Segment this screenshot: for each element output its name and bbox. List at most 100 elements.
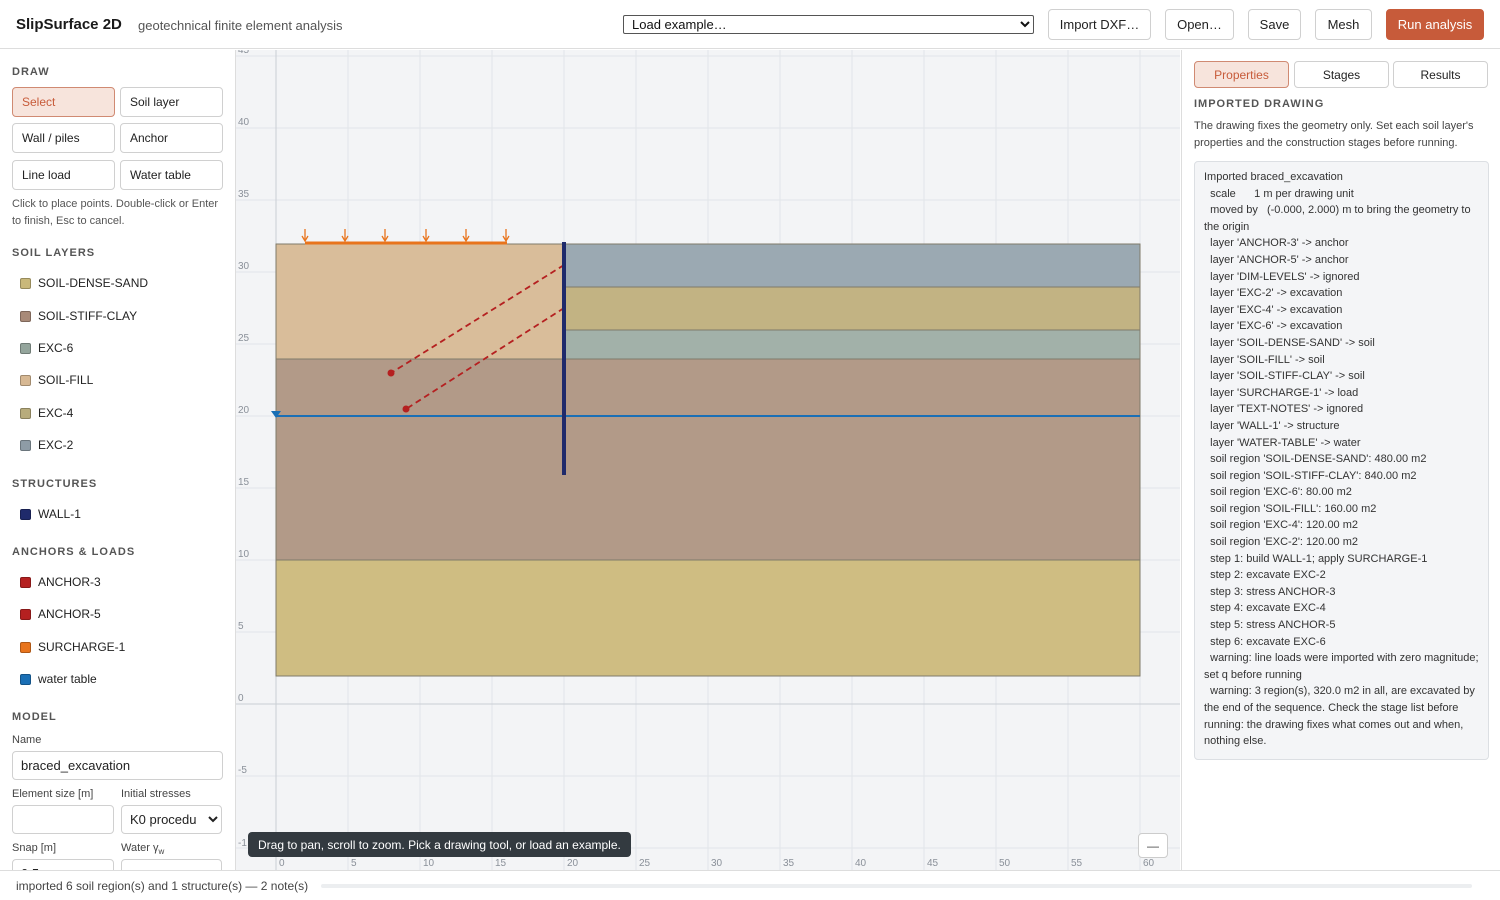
- x-tick-label: 20: [567, 858, 579, 869]
- water-swatch: [20, 673, 31, 685]
- model-name-input[interactable]: [12, 751, 223, 780]
- snap-label: Snap [m]: [12, 842, 57, 854]
- soil-layer-item[interactable]: EXC-6: [20, 340, 73, 356]
- log-line: soil region 'EXC-2': 120.00 m2: [1204, 536, 1359, 549]
- element-size-label: Element size [m]: [12, 788, 94, 800]
- name-label: Name: [12, 734, 42, 746]
- log-line: layer 'EXC-4' -> excavation: [1204, 303, 1343, 316]
- x-tick-label: 60: [1143, 858, 1155, 869]
- geometry-canvas[interactable]: 0 5 10 15 20 25 30 35 40 45 50 55 60 -1 -5 0 5 10 15 20 25 30…: [236, 50, 1180, 870]
- draw-section-title: DRAW: [12, 66, 50, 78]
- initial-stresses-label: Initial stresses: [121, 788, 191, 800]
- layer-name: EXC-4: [38, 406, 74, 420]
- region-soil-dense-sand[interactable]: [275, 559, 1141, 677]
- log-line: layer 'SURCHARGE-1' -> load: [1204, 386, 1359, 399]
- x-tick-label: 0: [279, 858, 285, 869]
- layer-name: EXC-2: [38, 438, 74, 452]
- x-tick-label: 35: [783, 858, 795, 869]
- region-exc-2[interactable]: [563, 243, 1141, 288]
- tab-results[interactable]: Results: [1393, 61, 1488, 88]
- import-log: Imported braced_excavation scale 1 m per…: [1194, 161, 1489, 760]
- soil-layer-item[interactable]: SOIL-FILL: [20, 372, 93, 388]
- anchor-item[interactable]: ANCHOR-3: [20, 574, 101, 590]
- x-tick-label: 25: [639, 858, 651, 869]
- y-tick-label: -5: [238, 765, 247, 776]
- soil-regions[interactable]: [275, 243, 1141, 677]
- element-size-input[interactable]: [12, 805, 114, 834]
- layer-swatch: [20, 374, 31, 386]
- log-line: layer 'ANCHOR-5' -> anchor: [1204, 253, 1349, 266]
- layer-name: SOIL-FILL: [38, 373, 94, 387]
- run-analysis-button[interactable]: Run analysis: [1386, 9, 1484, 40]
- open-button[interactable]: Open…: [1165, 9, 1234, 40]
- log-line: step 3: stress ANCHOR-3: [1204, 585, 1336, 598]
- region-soil-stiff-clay[interactable]: [275, 358, 1141, 561]
- log-line: layer 'EXC-6' -> excavation: [1204, 320, 1343, 333]
- load-name: SURCHARGE-1: [38, 640, 126, 654]
- log-line: step 2: excavate EXC-2: [1204, 569, 1326, 582]
- layer-swatch: [20, 310, 31, 322]
- log-line: step 5: stress ANCHOR-5: [1204, 619, 1336, 632]
- tool-wall-piles-button[interactable]: Wall / piles: [12, 123, 115, 153]
- x-tick-label: 50: [999, 858, 1011, 869]
- structure-item[interactable]: WALL-1: [20, 506, 81, 522]
- water-gamma-input[interactable]: [121, 859, 222, 870]
- import-dxf-button[interactable]: Import DXF…: [1048, 9, 1151, 40]
- anchor-swatch: [20, 576, 31, 588]
- structure-name: WALL-1: [38, 507, 81, 521]
- anchor-item[interactable]: ANCHOR-5: [20, 606, 101, 622]
- tool-select-button[interactable]: Select: [12, 87, 115, 117]
- imported-drawing-heading: IMPORTED DRAWING: [1194, 98, 1325, 110]
- region-soil-fill[interactable]: [275, 243, 565, 360]
- tool-soil-layer-button[interactable]: Soil layer: [120, 87, 223, 117]
- water-table-item[interactable]: water table: [20, 671, 97, 687]
- anchor-name: ANCHOR-5: [38, 607, 101, 621]
- snap-input[interactable]: [12, 859, 114, 870]
- anchors-loads-title: ANCHORS & LOADS: [12, 546, 136, 558]
- x-tick-label: 5: [351, 858, 357, 869]
- surcharge-1-load[interactable]: [301, 229, 510, 245]
- initial-stresses-select[interactable]: K0 procedu: [121, 805, 222, 834]
- structure-swatch: [20, 508, 31, 520]
- region-exc-6[interactable]: [563, 329, 1141, 360]
- tool-water-table-button[interactable]: Water table: [120, 160, 223, 190]
- x-tick-label: 45: [927, 858, 939, 869]
- tool-line-load-button[interactable]: Line load: [12, 160, 115, 190]
- log-line: layer 'WALL-1' -> structure: [1204, 419, 1340, 432]
- layer-swatch: [20, 342, 31, 354]
- y-tick-label: 0: [238, 693, 244, 704]
- y-tick-label: 5: [238, 621, 244, 632]
- status-bar: imported 6 soil region(s) and 1 structur…: [0, 870, 1500, 900]
- anchor-3-end[interactable]: [387, 369, 395, 377]
- soil-layer-item[interactable]: EXC-2: [20, 437, 73, 453]
- anchor-swatch: [20, 608, 31, 620]
- log-line: warning: 3 region(s), 320.0 m2 in all, a…: [1204, 685, 1478, 748]
- layer-swatch: [20, 407, 31, 419]
- load-example-select[interactable]: Load example…: [623, 15, 1034, 34]
- save-button[interactable]: Save: [1248, 9, 1301, 40]
- soil-layer-item[interactable]: SOIL-DENSE-SAND: [20, 275, 148, 291]
- water-name: water table: [38, 672, 97, 686]
- anchor-5-end[interactable]: [402, 405, 410, 413]
- zoom-reset-button[interactable]: —: [1138, 833, 1168, 858]
- tab-properties[interactable]: Properties: [1194, 61, 1289, 88]
- load-item[interactable]: SURCHARGE-1: [20, 639, 125, 655]
- model-canvas[interactable]: 0 5 10 15 20 25 30 35 40 45 50 55 60 -1 -5 0 5 10 15 20 25 30…: [236, 50, 1180, 870]
- log-line: layer 'SOIL-DENSE-SAND' -> soil: [1204, 336, 1375, 349]
- right-sidebar[interactable]: Properties Stages Results IMPORTED DRAWI…: [1181, 50, 1500, 870]
- tool-anchor-button[interactable]: Anchor: [120, 123, 223, 153]
- region-exc-4[interactable]: [563, 286, 1141, 331]
- log-line: layer 'SOIL-STIFF-CLAY' -> soil: [1204, 370, 1365, 383]
- y-tick-label: 15: [238, 477, 250, 488]
- log-line: moved by (-0.000, 2.000) m to bring the …: [1204, 204, 1474, 233]
- log-line: soil region 'SOIL-STIFF-CLAY': 840.00 m2: [1204, 469, 1417, 482]
- soil-layer-item[interactable]: EXC-4: [20, 405, 73, 421]
- log-line: soil region 'SOIL-FILL': 160.00 m2: [1204, 502, 1377, 515]
- progress-bar: [321, 884, 1472, 888]
- mesh-button[interactable]: Mesh: [1315, 9, 1372, 40]
- log-line: layer 'TEXT-NOTES' -> ignored: [1204, 403, 1364, 416]
- tab-stages[interactable]: Stages: [1294, 61, 1389, 88]
- log-line: scale 1 m per drawing unit: [1204, 187, 1354, 200]
- left-sidebar[interactable]: DRAW Select Soil layer Wall / piles Anch…: [0, 50, 236, 870]
- soil-layer-item[interactable]: SOIL-STIFF-CLAY: [20, 308, 137, 324]
